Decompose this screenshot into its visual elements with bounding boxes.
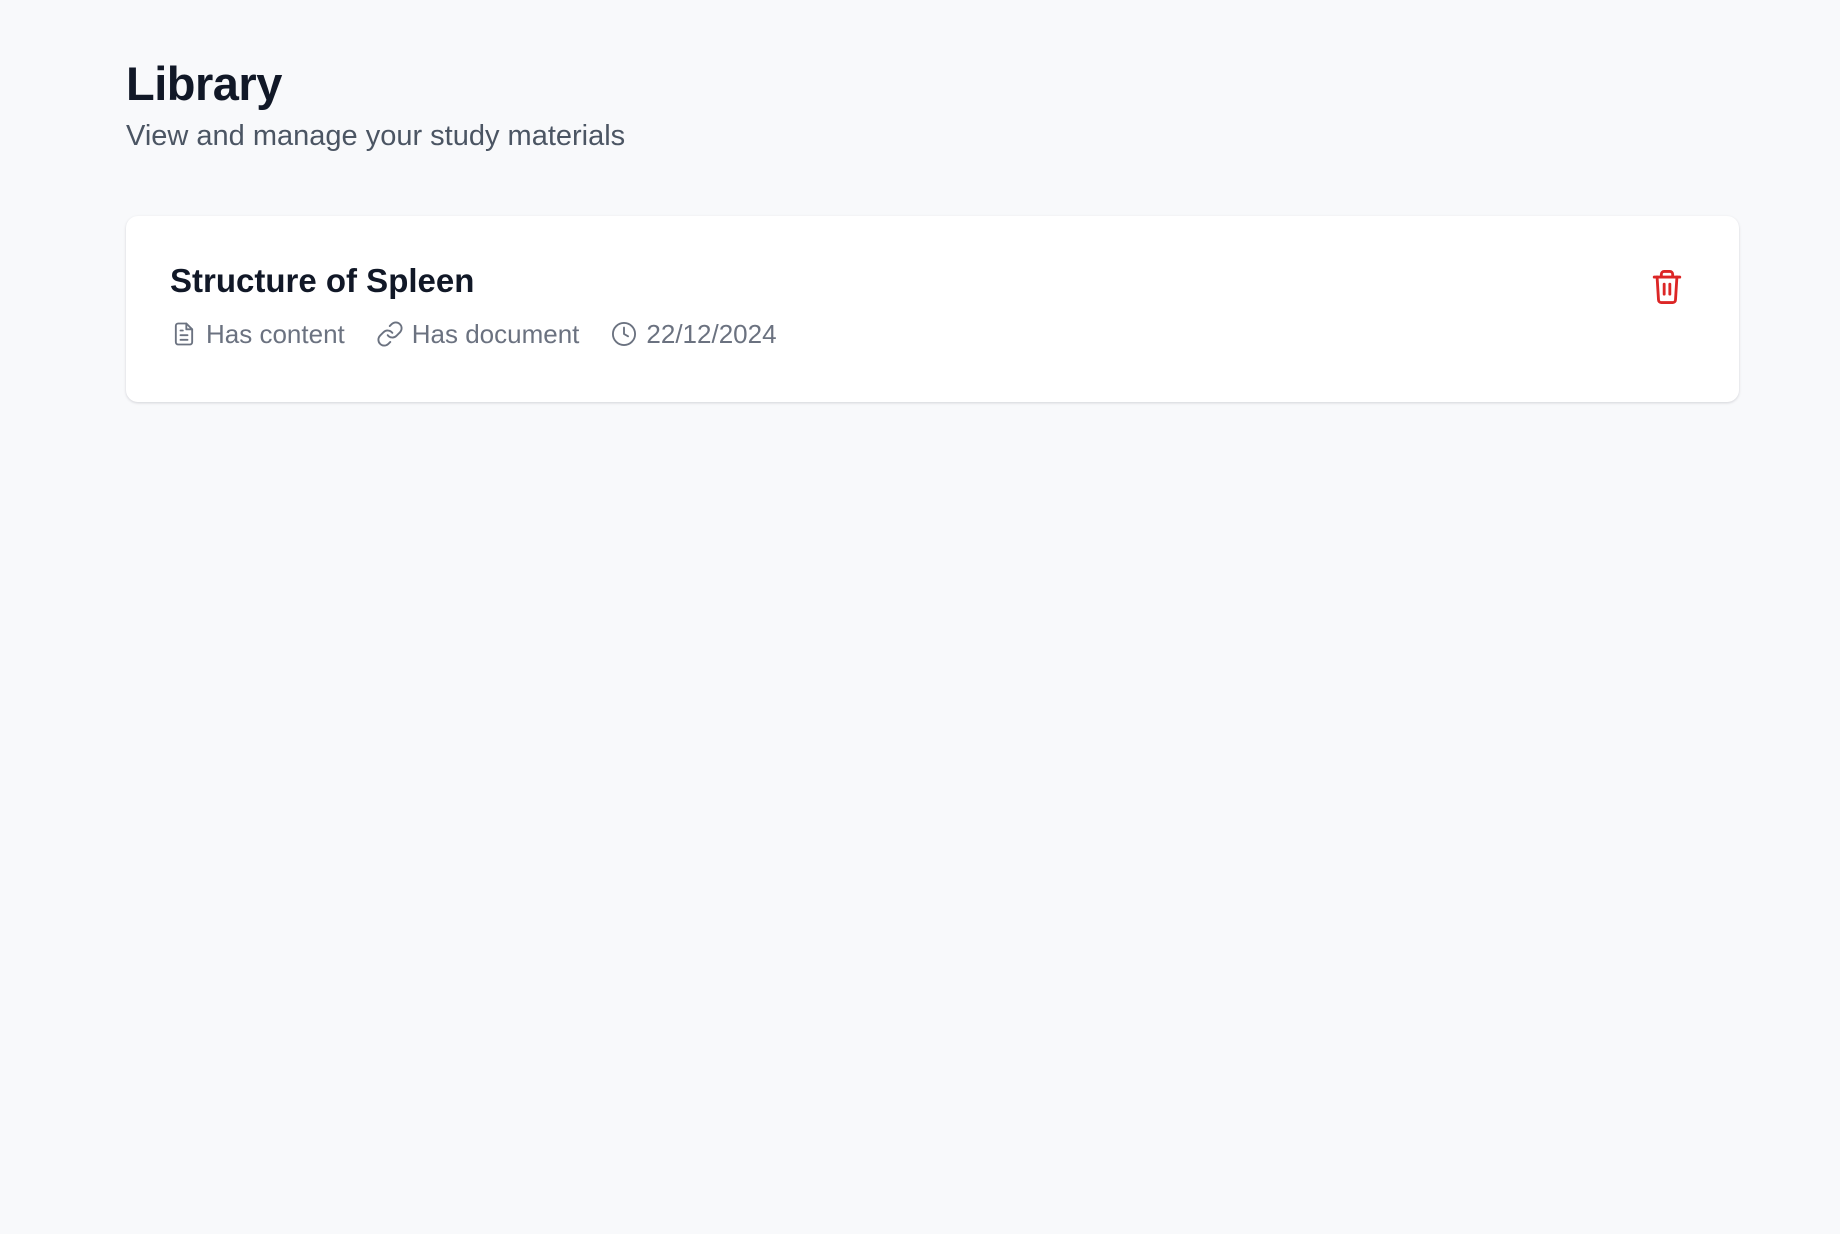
content-label: Has content: [206, 319, 345, 349]
page-subtitle: View and manage your study materials: [126, 120, 626, 152]
delete-button[interactable]: [1647, 268, 1687, 308]
library-item-meta: Has content Has document 22/12/2024: [170, 317, 1695, 351]
document-indicator: Has document: [376, 317, 580, 351]
document-icon: [170, 320, 198, 348]
date-indicator: 22/12/2024: [610, 317, 777, 351]
document-label: Has document: [411, 319, 580, 349]
library-page: Library View and manage your study mater…: [126, 56, 1739, 402]
trash-icon: [1650, 268, 1684, 309]
page-title: Library: [126, 57, 282, 110]
library-item-card[interactable]: Structure of Spleen Has content Has docu…: [126, 216, 1739, 402]
date-label: 22/12/2024: [646, 319, 777, 349]
library-item-title[interactable]: Structure of Spleen: [170, 260, 1695, 302]
link-icon: [376, 320, 404, 348]
content-indicator: Has content: [170, 317, 345, 351]
clock-icon: [610, 320, 638, 348]
